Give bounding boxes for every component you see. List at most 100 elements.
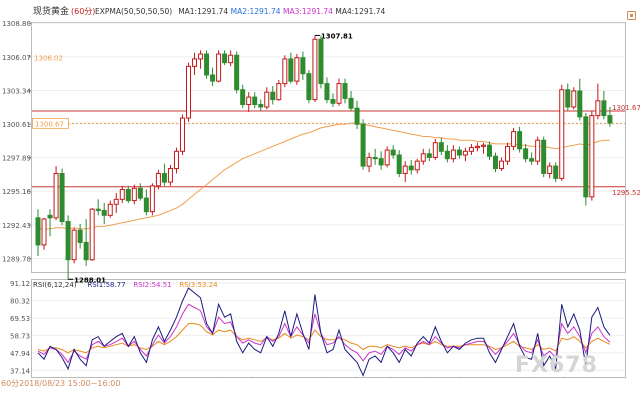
candle[interactable] — [535, 136, 541, 165]
candle[interactable] — [354, 100, 360, 130]
candle[interactable] — [390, 145, 396, 159]
candle[interactable] — [571, 87, 577, 110]
candle[interactable] — [342, 78, 348, 104]
candle[interactable] — [426, 148, 432, 162]
candle-body — [462, 150, 468, 156]
candle[interactable] — [553, 162, 559, 183]
candle[interactable] — [493, 152, 499, 173]
candle[interactable] — [119, 185, 125, 204]
candle[interactable] — [270, 86, 276, 105]
candle[interactable] — [276, 79, 282, 101]
candle[interactable] — [547, 162, 553, 179]
candle[interactable] — [113, 193, 119, 213]
candle[interactable] — [529, 152, 535, 165]
candle-body — [77, 229, 83, 243]
candle[interactable] — [462, 147, 468, 162]
candle[interactable] — [282, 55, 288, 88]
candle[interactable] — [474, 142, 480, 152]
candle[interactable] — [173, 147, 179, 174]
candle[interactable] — [77, 223, 83, 249]
candle[interactable] — [234, 51, 240, 94]
candle[interactable] — [222, 50, 228, 66]
candle[interactable] — [444, 145, 450, 163]
candle[interactable] — [186, 62, 191, 122]
candle[interactable] — [577, 78, 583, 121]
candle[interactable] — [47, 209, 53, 237]
candle[interactable] — [240, 84, 246, 109]
candle[interactable] — [511, 127, 517, 151]
candle[interactable] — [360, 119, 366, 170]
candle[interactable] — [312, 35, 318, 103]
candle[interactable] — [143, 189, 149, 216]
candle[interactable] — [65, 215, 71, 280]
candle[interactable] — [179, 114, 185, 156]
candle[interactable] — [432, 138, 438, 160]
candle[interactable] — [559, 84, 565, 181]
candle-body — [210, 74, 216, 82]
candle[interactable] — [318, 35, 324, 89]
candle[interactable] — [294, 54, 300, 85]
candle[interactable] — [300, 51, 306, 80]
candle[interactable] — [306, 70, 312, 104]
candle[interactable] — [246, 92, 252, 112]
candle[interactable] — [89, 207, 95, 261]
candle[interactable] — [541, 136, 547, 178]
candle[interactable] — [192, 52, 198, 75]
candle[interactable] — [583, 113, 589, 206]
candlestick-chart[interactable]: 1301.671295.521306.021300.671300.67 1307… — [0, 0, 640, 400]
candle[interactable] — [107, 200, 113, 218]
candle[interactable] — [468, 143, 474, 156]
candle[interactable] — [565, 83, 571, 111]
candle[interactable] — [384, 146, 390, 168]
candle[interactable] — [71, 227, 77, 264]
candle[interactable] — [125, 185, 131, 204]
candle[interactable] — [517, 126, 523, 153]
candle[interactable] — [330, 93, 336, 107]
candle[interactable] — [348, 90, 354, 111]
candle[interactable] — [372, 148, 378, 165]
candle[interactable] — [499, 157, 505, 172]
candle[interactable] — [480, 142, 486, 154]
candle[interactable] — [161, 163, 167, 186]
candle[interactable] — [456, 146, 462, 159]
candle[interactable] — [396, 150, 402, 178]
candle[interactable] — [53, 166, 59, 221]
candle[interactable] — [438, 137, 444, 156]
candle[interactable] — [216, 50, 222, 83]
candle[interactable] — [59, 168, 65, 226]
candle[interactable] — [595, 83, 601, 120]
candle[interactable] — [167, 164, 173, 186]
candle[interactable] — [288, 52, 294, 84]
candle[interactable] — [198, 50, 204, 69]
candle[interactable] — [366, 152, 372, 173]
settings-icon[interactable] — [627, 11, 636, 20]
candle[interactable] — [324, 77, 330, 104]
candle[interactable] — [408, 159, 414, 175]
candle[interactable] — [450, 145, 456, 163]
candle-body — [228, 54, 234, 64]
candle[interactable] — [402, 161, 408, 183]
candle[interactable] — [420, 148, 426, 165]
candle[interactable] — [35, 209, 41, 256]
candle[interactable] — [83, 219, 89, 266]
candle[interactable] — [95, 199, 101, 216]
candle[interactable] — [378, 151, 384, 170]
candle[interactable] — [589, 110, 595, 201]
candle[interactable] — [204, 50, 210, 79]
candle[interactable] — [131, 184, 137, 205]
candle[interactable] — [414, 158, 420, 174]
candle-body — [59, 172, 65, 223]
candle[interactable] — [101, 203, 107, 224]
candle[interactable] — [601, 90, 607, 120]
candle[interactable] — [228, 50, 234, 67]
candle[interactable] — [137, 183, 143, 201]
candle[interactable] — [252, 92, 258, 109]
candle[interactable] — [505, 142, 511, 165]
candle[interactable] — [41, 217, 47, 250]
candle[interactable] — [336, 78, 342, 106]
candle[interactable] — [210, 67, 216, 87]
price-tick-label: 1292.43 — [2, 222, 31, 230]
candle[interactable] — [523, 143, 529, 163]
candle[interactable] — [258, 99, 264, 111]
candle[interactable] — [149, 183, 155, 216]
